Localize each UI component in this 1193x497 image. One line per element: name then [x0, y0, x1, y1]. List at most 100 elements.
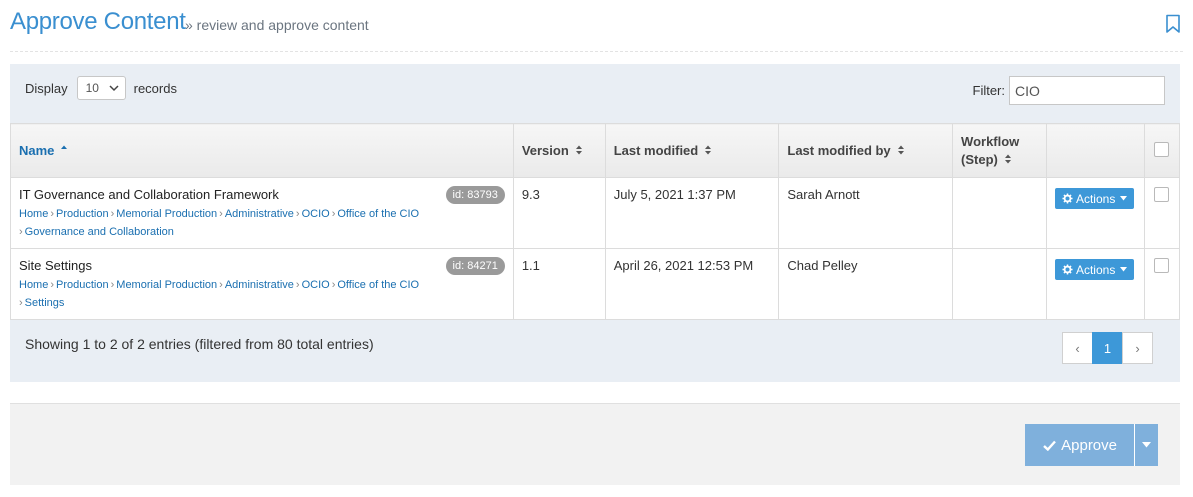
breadcrumb-separator-icon: › — [219, 279, 223, 291]
column-header-name[interactable]: Name — [10, 123, 514, 178]
sort-ascending-icon — [61, 145, 68, 149]
breadcrumb-link[interactable]: Production — [56, 208, 109, 220]
caret-down-icon — [1120, 267, 1128, 272]
page-subtitle: » review and approve content — [185, 17, 369, 33]
approve-dropdown-toggle[interactable] — [1134, 424, 1158, 466]
sort-icon — [705, 145, 712, 155]
chevron-down-icon — [109, 85, 119, 92]
select-cell — [1143, 248, 1181, 320]
breadcrumb-separator-icon: › — [219, 208, 223, 220]
breadcrumb-link[interactable]: Office of the CIO — [337, 279, 419, 291]
actions-cell: Actions — [1045, 177, 1145, 249]
column-header-last-modified-by[interactable]: Last modified by — [778, 123, 954, 178]
row-checkbox[interactable] — [1154, 258, 1170, 273]
breadcrumb: Home › Production › Memorial Production › Admi… — [19, 205, 449, 241]
approve-label: Approve — [1061, 436, 1117, 454]
breadcrumb-separator-icon: › — [19, 297, 23, 309]
breadcrumb-link[interactable]: Production — [56, 279, 109, 291]
breadcrumb-link[interactable]: Governance and Collaboration — [25, 226, 174, 238]
column-workflow-step-label: (Step) — [961, 151, 998, 167]
column-header-actions — [1045, 123, 1145, 178]
select-cell — [1143, 177, 1181, 249]
records-label: records — [133, 80, 177, 96]
name-cell: IT Governance and Collaboration Framewor… — [10, 177, 514, 249]
breadcrumb-link[interactable]: Administrative — [225, 279, 294, 291]
breadcrumb-link[interactable]: Memorial Production — [116, 208, 217, 220]
breadcrumb: Home › Production › Memorial Production › Admi… — [19, 276, 449, 312]
select-all-checkbox[interactable] — [1154, 141, 1170, 157]
actions-button[interactable]: Actions — [1054, 259, 1135, 280]
actions-label: Actions — [1075, 191, 1116, 206]
breadcrumb-separator-icon: › — [295, 208, 300, 220]
filter-label: Filter: — [972, 83, 1006, 98]
column-header-version[interactable]: Version — [512, 123, 606, 178]
column-last-modified-by-label: Last modified by — [787, 143, 891, 158]
breadcrumb-separator-icon: › — [50, 208, 55, 220]
column-last-modified-label: Last modified — [613, 143, 699, 158]
content-table: Name Version Last modified Last modified… — [10, 123, 1181, 320]
breadcrumb-separator-icon: › — [19, 226, 23, 238]
pagination: ‹ 1 › — [1062, 332, 1153, 364]
gear-icon — [1062, 193, 1073, 204]
pagination-page-button[interactable]: 1 — [1092, 332, 1123, 364]
breadcrumb-separator-icon: › — [295, 279, 300, 291]
sort-icon — [897, 145, 904, 155]
breadcrumb-link[interactable]: Office of the CIO — [337, 208, 419, 220]
records-per-page-select[interactable]: 10 — [76, 76, 126, 100]
id-badge: id: 84271 — [445, 257, 505, 275]
actions-label: Actions — [1075, 262, 1116, 277]
version-cell: 9.3 — [512, 177, 606, 249]
column-header-workflow[interactable]: Workflow (Step) — [952, 123, 1047, 178]
row-checkbox[interactable] — [1154, 187, 1170, 202]
breadcrumb-separator-icon: › — [331, 208, 336, 220]
table-row: Site Settings id: 84271 Home › Production ›… — [10, 248, 1181, 320]
check-icon — [1043, 440, 1057, 451]
last-modified-by-cell: Sarah Arnott — [778, 177, 954, 249]
content-panel: Display 10 records Filter: CIO Name Vers… — [10, 64, 1181, 382]
breadcrumb-link[interactable]: Home — [19, 208, 48, 220]
bookmark-icon[interactable] — [1165, 14, 1181, 34]
pagination-prev-button[interactable]: ‹ — [1062, 332, 1093, 364]
page-title: Approve Content — [10, 8, 186, 35]
breadcrumb-link[interactable]: Memorial Production — [116, 279, 217, 291]
actions-cell: Actions — [1045, 248, 1145, 320]
breadcrumb-separator-icon: › — [110, 208, 115, 220]
last-modified-cell: April 26, 2021 12:53 PM — [604, 248, 780, 320]
breadcrumb-link[interactable]: OCIO — [302, 279, 330, 291]
table-info: Showing 1 to 2 of 2 entries (filtered fr… — [25, 336, 374, 352]
sort-icon — [575, 145, 582, 155]
breadcrumb-link[interactable]: OCIO — [302, 208, 330, 220]
column-name-label: Name — [19, 143, 55, 158]
content-title-link[interactable]: Site Settings — [19, 258, 505, 273]
display-label: Display — [25, 80, 68, 96]
caret-down-icon — [1120, 196, 1128, 201]
last-modified-cell: July 5, 2021 1:37 PM — [604, 177, 780, 249]
page-header: Approve Content » review and approve con… — [10, 8, 1183, 52]
records-per-page-value: 10 — [85, 81, 99, 95]
display-length-control: Display 10 records — [25, 76, 177, 100]
bottom-action-bar: Approve — [10, 403, 1180, 485]
approve-button-group: Approve — [1025, 424, 1158, 466]
breadcrumb-link[interactable]: Home — [19, 279, 48, 291]
table-header-row: Name Version Last modified Last modified… — [10, 123, 1181, 178]
approve-button[interactable]: Approve — [1025, 424, 1134, 466]
workflow-cell — [952, 177, 1047, 249]
caret-down-icon — [1142, 442, 1151, 448]
id-badge: id: 83793 — [445, 186, 505, 204]
column-workflow-label: Workflow — [961, 133, 1020, 149]
column-header-select-all — [1143, 123, 1181, 178]
filter-input[interactable]: CIO — [1009, 76, 1165, 105]
filter-control: Filter: CIO — [972, 76, 1165, 105]
content-title-link[interactable]: IT Governance and Collaboration Framewor… — [19, 187, 505, 202]
pagination-next-button[interactable]: › — [1122, 332, 1153, 364]
breadcrumb-link[interactable]: Administrative — [225, 208, 294, 220]
version-cell: 1.1 — [512, 248, 606, 320]
breadcrumb-separator-icon: › — [110, 279, 115, 291]
breadcrumb-separator-icon: › — [50, 279, 55, 291]
last-modified-by-cell: Chad Pelley — [778, 248, 954, 320]
column-header-last-modified[interactable]: Last modified — [604, 123, 780, 178]
actions-button[interactable]: Actions — [1054, 188, 1135, 209]
gear-icon — [1062, 264, 1073, 275]
name-cell: Site Settings id: 84271 Home › Production ›… — [10, 248, 514, 320]
breadcrumb-link[interactable]: Settings — [25, 297, 65, 309]
